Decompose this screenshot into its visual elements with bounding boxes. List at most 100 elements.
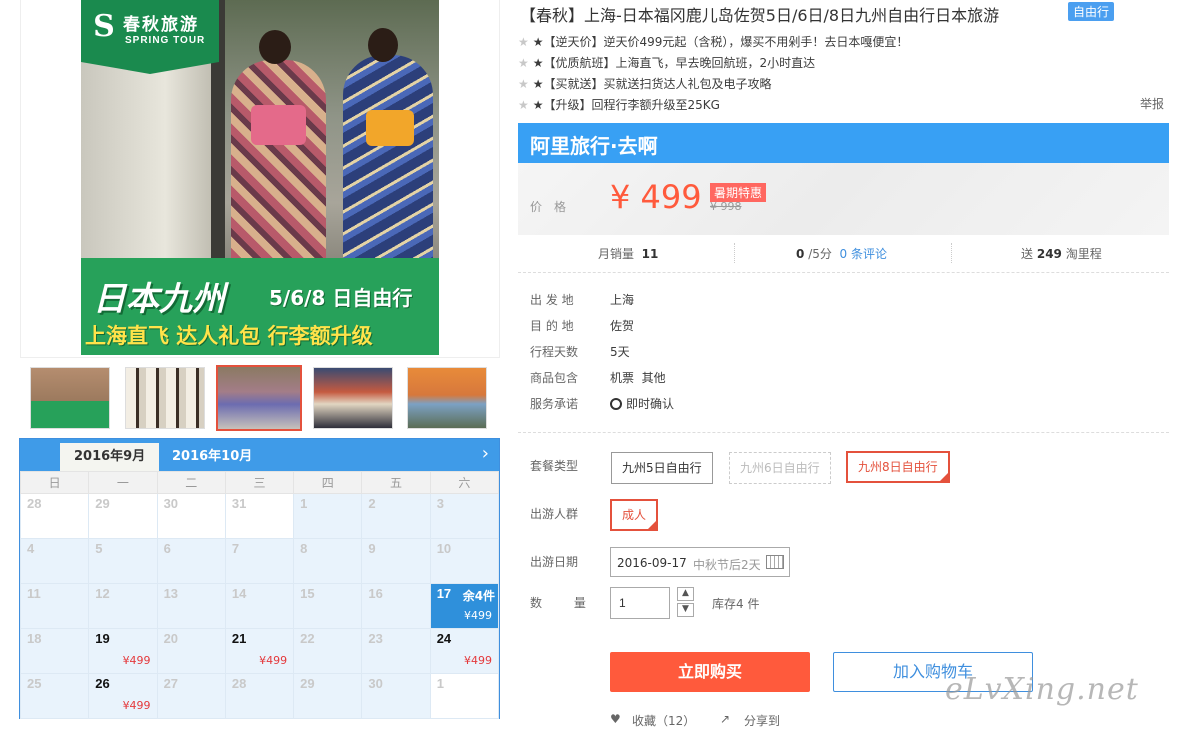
calendar-icon[interactable] bbox=[766, 555, 784, 569]
weekday-header: 四 bbox=[293, 471, 363, 494]
package-5day[interactable]: 九州5日自由行 bbox=[611, 452, 713, 484]
calendar-day[interactable]: 8 bbox=[293, 538, 363, 584]
calendar-day[interactable]: 12 bbox=[88, 583, 158, 629]
head-right bbox=[368, 28, 398, 62]
points-reward: 送 249 淘里程 bbox=[1021, 247, 1102, 261]
banner-tagline: 上海直飞 达人礼包 行李额升级 bbox=[85, 324, 373, 348]
group-adult[interactable]: 成人 bbox=[610, 499, 659, 531]
package-8day[interactable]: 九州8日自由行 bbox=[846, 451, 950, 483]
day-number: 22 bbox=[300, 631, 315, 646]
thumbnail-5[interactable] bbox=[407, 367, 487, 429]
day-number: 29 bbox=[95, 496, 110, 511]
kimono-figure-right bbox=[343, 55, 433, 290]
group-label: 出游人群 bbox=[530, 507, 579, 521]
calendar-day[interactable]: 5 bbox=[88, 538, 158, 584]
monthly-sales: 月销量 11 bbox=[598, 247, 659, 261]
day-price: ¥499 bbox=[464, 654, 492, 667]
day-number: 30 bbox=[368, 676, 383, 691]
calendar-day[interactable]: 9 bbox=[361, 538, 431, 584]
product-title: 【春秋】上海-日本福冈鹿儿岛佐贺5日/6日/8日九州自由行日本旅游 bbox=[520, 6, 1000, 25]
day-number: 1 bbox=[436, 676, 444, 691]
calendar-day[interactable]: 29 bbox=[293, 673, 363, 719]
banner-subtitle: 5/6/8 日自由行 bbox=[269, 286, 413, 310]
buy-now-button[interactable]: 立即购买 bbox=[610, 652, 810, 692]
weekday-header: 日 bbox=[19, 471, 90, 494]
chevron-up-icon[interactable]: ▲ bbox=[677, 587, 694, 601]
day-number: 28 bbox=[27, 496, 42, 511]
day-number: 29 bbox=[300, 676, 315, 691]
calendar-day[interactable]: 7 bbox=[224, 538, 295, 584]
thumbnail-strip bbox=[20, 359, 500, 437]
calendar-day: 31 bbox=[224, 493, 295, 539]
calendar-day[interactable]: 20 bbox=[156, 628, 226, 674]
calendar-day[interactable]: 24 ¥499 bbox=[429, 628, 500, 674]
calendar-day[interactable]: 10 bbox=[429, 538, 500, 584]
report-link[interactable]: 举报 bbox=[1140, 95, 1164, 112]
calendar-day[interactable]: 3 bbox=[429, 493, 500, 539]
calendar-day[interactable]: 1 bbox=[293, 493, 363, 539]
chevron-down-icon[interactable]: ▼ bbox=[677, 603, 694, 617]
day-price: ¥499 bbox=[464, 609, 492, 622]
calendar-day: 1 bbox=[429, 673, 500, 719]
day-number: 28 bbox=[231, 676, 247, 691]
calendar-day[interactable]: 23 bbox=[361, 628, 431, 674]
calendar-week-row: 28 29 30 31 1 2 3 bbox=[19, 493, 500, 539]
star-icon: ★ bbox=[518, 35, 529, 49]
thumbnail-3[interactable] bbox=[216, 365, 302, 431]
calendar-header: 2016年9月 2016年10月 › bbox=[20, 439, 499, 471]
calendar-day[interactable]: 16 bbox=[361, 583, 431, 629]
calendar-day[interactable]: 2 bbox=[361, 493, 431, 539]
departure-date-field[interactable]: 2016-09-17 中秋节后2天 bbox=[610, 547, 790, 577]
calendar-week-row: 25 26 ¥499 27 28 29 30 1 bbox=[19, 673, 500, 719]
calendar-day[interactable]: 4 bbox=[19, 538, 90, 584]
thumbnail-1[interactable] bbox=[30, 367, 110, 429]
calendar-day[interactable]: 28 bbox=[224, 673, 295, 719]
collect-link[interactable]: 收藏（12） bbox=[632, 712, 695, 729]
alitrip-brand-bar: 阿里旅行·去啊 bbox=[518, 123, 1169, 163]
head-left bbox=[259, 30, 291, 64]
day-number: 27 bbox=[163, 676, 179, 691]
day-stock: 余4件 bbox=[462, 589, 496, 603]
calendar-day[interactable]: 21 ¥499 bbox=[224, 628, 295, 674]
main-product-image[interactable]: S 春秋旅游 SPRING TOUR 日本九州 5/6/8 日自由行 上海直飞 … bbox=[81, 0, 439, 355]
tab-2016-10[interactable]: 2016年10月 bbox=[158, 443, 266, 471]
day-number: 15 bbox=[300, 586, 315, 601]
share-icon[interactable]: ↗ bbox=[720, 712, 730, 726]
tab-2016-09[interactable]: 2016年9月 bbox=[60, 443, 160, 471]
stats-bar: 月销量 11 0 /5分 0 条评论 送 249 淘里程 bbox=[518, 241, 1169, 273]
logo-name-cn: 春秋旅游 bbox=[123, 15, 199, 35]
quantity-input[interactable] bbox=[610, 587, 670, 619]
spring-tour-logo: S 春秋旅游 SPRING TOUR bbox=[81, 0, 219, 74]
calendar-day[interactable]: 11 bbox=[19, 583, 90, 629]
calendar-day[interactable]: 19 ¥499 bbox=[88, 628, 158, 674]
check-circle-icon bbox=[610, 398, 622, 410]
calendar-day[interactable]: 22 bbox=[293, 628, 363, 674]
calendar-day[interactable]: 26 ¥499 bbox=[88, 673, 158, 719]
calendar-day[interactable]: 30 bbox=[361, 673, 431, 719]
thumbnail-4[interactable] bbox=[313, 367, 393, 429]
info-departure: 出 发 地上海 bbox=[530, 293, 635, 307]
original-price: ¥ 998 bbox=[710, 200, 742, 213]
calendar-day[interactable]: 17 余4件 ¥499 bbox=[429, 583, 500, 629]
day-number: 5 bbox=[95, 541, 103, 556]
calendar-day[interactable]: 13 bbox=[156, 583, 226, 629]
calendar-day[interactable]: 18 bbox=[19, 628, 90, 674]
package-6day[interactable]: 九州6日自由行 bbox=[729, 452, 831, 484]
heart-icon[interactable]: ♥ bbox=[610, 712, 621, 726]
share-link[interactable]: 分享到 bbox=[744, 712, 780, 729]
calendar-day: 29 bbox=[88, 493, 158, 539]
calendar-day[interactable]: 25 bbox=[19, 673, 90, 719]
weekday-header: 三 bbox=[224, 471, 295, 494]
calendar-day[interactable]: 14 bbox=[224, 583, 295, 629]
calendar-day[interactable]: 15 bbox=[293, 583, 363, 629]
thumbnail-2[interactable] bbox=[125, 367, 205, 429]
weekday-row: 日一二三四五六 bbox=[19, 471, 500, 494]
day-number: 16 bbox=[368, 586, 383, 601]
calendar-day[interactable]: 27 bbox=[156, 673, 226, 719]
free-travel-tag: 自由行 bbox=[1068, 2, 1115, 21]
reviews-link[interactable]: 0 条评论 bbox=[840, 247, 887, 261]
chevron-right-icon[interactable]: › bbox=[482, 443, 489, 464]
star-icon: ★ bbox=[518, 56, 529, 70]
calendar-day[interactable]: 6 bbox=[156, 538, 226, 584]
day-price: ¥499 bbox=[259, 654, 288, 667]
